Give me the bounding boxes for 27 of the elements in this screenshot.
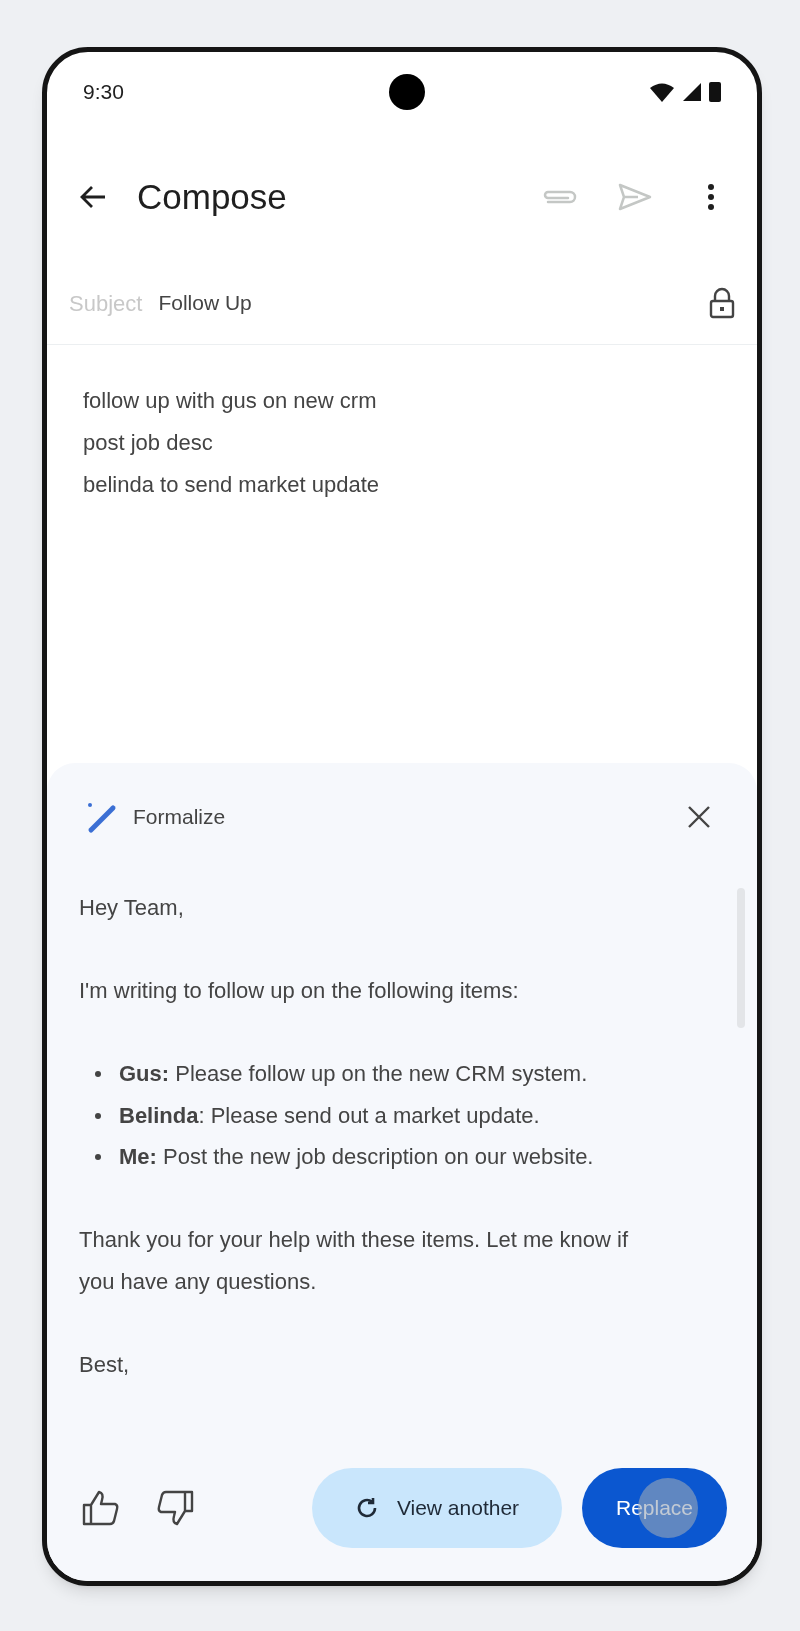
camera-hole bbox=[389, 74, 425, 110]
message-body[interactable]: follow up with gus on new crm post job desc belinda to send market update bbox=[47, 345, 757, 763]
view-another-button[interactable]: View another bbox=[312, 1468, 562, 1548]
thumbs-down-icon bbox=[156, 1490, 194, 1526]
back-arrow-icon bbox=[79, 185, 107, 209]
subject-value: Follow Up bbox=[158, 290, 253, 317]
wifi-icon bbox=[649, 82, 675, 102]
signal-icon bbox=[683, 83, 701, 101]
thumbs-up-icon bbox=[82, 1490, 120, 1526]
suggestion-paragraph: Hey Team, bbox=[79, 894, 185, 922]
bullet-text: Me: Post the new job description on our website. bbox=[119, 1143, 595, 1171]
status-time: 9:30 bbox=[83, 79, 124, 106]
suggestion-paragraph: I'm writing to follow up on the following items: bbox=[79, 977, 520, 1005]
bullet-text: Belinda: Please send out a market update. bbox=[119, 1101, 541, 1130]
more-vertical-icon bbox=[707, 183, 715, 211]
battery-icon bbox=[709, 82, 721, 102]
body-line: belinda to send market update bbox=[83, 471, 380, 499]
suggestion-paragraph: Best, bbox=[79, 1350, 131, 1379]
suggestion-title: Formalize bbox=[133, 804, 227, 831]
send-icon bbox=[618, 183, 652, 211]
close-icon bbox=[687, 805, 711, 829]
lock-icon bbox=[709, 287, 735, 319]
body-line: follow up with gus on new crm bbox=[83, 387, 378, 415]
body-line: post job desc bbox=[83, 429, 214, 457]
bullet-text: Gus: Please follow up on the new CRM system. bbox=[119, 1060, 589, 1088]
suggestion-paragraph: Thank you for your help with these items. Let me know if you have any questions. bbox=[79, 1226, 630, 1296]
screen-title: Compose bbox=[137, 175, 288, 218]
